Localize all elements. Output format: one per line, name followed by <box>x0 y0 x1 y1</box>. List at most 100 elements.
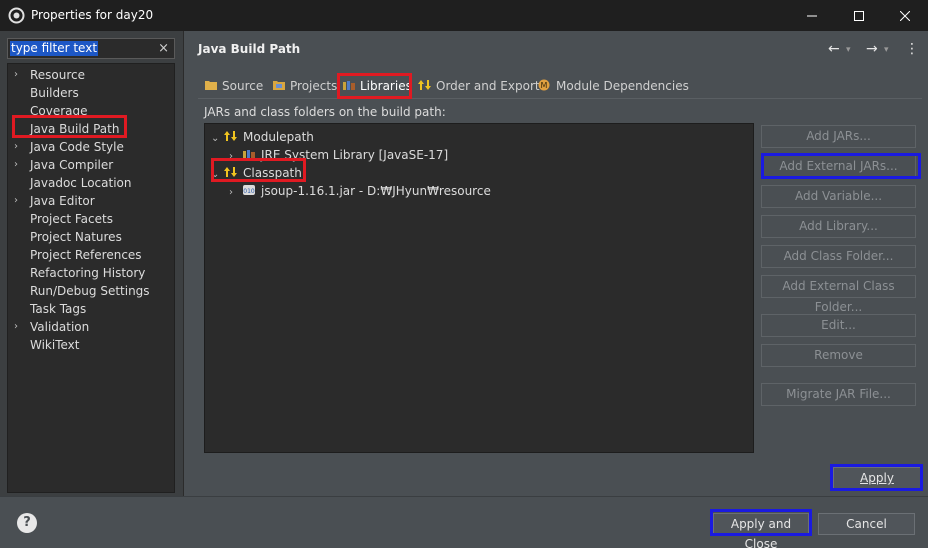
expand-icon[interactable]: › <box>14 192 24 210</box>
sidebar-item-label: Project References <box>30 248 142 262</box>
sidebar-item-coverage[interactable]: Coverage <box>8 102 174 120</box>
modulepath-label: Modulepath <box>243 130 314 144</box>
jar-file-icon: 010 <box>243 185 255 195</box>
close-icon <box>900 10 910 21</box>
sidebar-item-label: Builders <box>30 86 79 100</box>
tree-node-modulepath[interactable]: ⌄ Modulepath <box>211 128 314 146</box>
collapse-icon[interactable]: ⌄ <box>211 166 223 184</box>
forward-icon[interactable]: → <box>866 41 878 57</box>
add-external-jars-button[interactable]: Add External JARs... <box>761 155 916 178</box>
sidebar-item-label: Task Tags <box>30 302 87 316</box>
order-export-icon <box>224 167 237 177</box>
order-export-icon <box>224 131 237 141</box>
maximize-icon <box>854 10 864 21</box>
add-external-class-folder-button[interactable]: Add External Class Folder... <box>761 275 916 314</box>
remove-button[interactable]: Remove <box>761 344 916 367</box>
sidebar-item-java-editor[interactable]: › Java Editor <box>8 192 174 210</box>
projects-icon <box>273 81 285 90</box>
tab-projects[interactable]: Projects <box>272 75 337 97</box>
sidebar-item-task-tags[interactable]: Task Tags <box>8 300 174 318</box>
sidebar-item-label: Project Natures <box>30 230 122 244</box>
sidebar-item-label: Java Build Path <box>30 122 120 136</box>
sidebar-item-label: Refactoring History <box>30 266 146 280</box>
sidebar-item-builders[interactable]: Builders <box>8 84 174 102</box>
add-library-button[interactable]: Add Library... <box>761 215 916 238</box>
sidebar-item-java-build-path[interactable]: Java Build Path <box>8 120 174 138</box>
build-path-label: JARs and class folders on the build path… <box>204 105 446 119</box>
jre-library-label: JRE System Library [JavaSE-17] <box>261 148 449 162</box>
classpath-label: Classpath <box>243 166 302 180</box>
filter-text[interactable]: type filter text <box>10 41 99 56</box>
tab-order-and-export-label: Order and Export <box>436 79 540 93</box>
tree-node-classpath[interactable]: ⌄ Classpath <box>211 164 302 182</box>
tab-libraries[interactable]: Libraries <box>342 75 412 97</box>
sidebar-item-label: WikiText <box>30 338 80 352</box>
expand-icon[interactable]: › <box>229 184 241 202</box>
migrate-jar-button[interactable]: Migrate JAR File... <box>761 383 916 406</box>
sidebar-item-java-code-style[interactable]: › Java Code Style <box>8 138 174 156</box>
view-menu-icon[interactable]: ⋮ <box>905 41 919 57</box>
svg-text:010: 010 <box>243 188 255 195</box>
sidebar-item-label: Run/Debug Settings <box>30 284 150 298</box>
expand-icon[interactable]: › <box>14 156 24 174</box>
page-title: Java Build Path <box>198 42 301 56</box>
sidebar-item-project-references[interactable]: Project References <box>8 246 174 264</box>
sidebar-item-javadoc-location[interactable]: Javadoc Location <box>8 174 174 192</box>
minimize-button[interactable] <box>789 0 835 31</box>
title-bar: Properties for day20 <box>0 0 928 31</box>
minimize-icon <box>807 15 817 16</box>
back-dropdown-icon[interactable]: ▾ <box>846 45 851 55</box>
sidebar-item-project-natures[interactable]: Project Natures <box>8 228 174 246</box>
filter-input[interactable]: type filter text × <box>7 38 175 59</box>
tab-module-dependencies[interactable]: M Module Dependencies <box>538 75 689 97</box>
tab-source[interactable]: Source <box>204 75 263 97</box>
library-icon <box>243 150 255 159</box>
sidebar-item-label: Validation <box>30 320 90 334</box>
collapse-icon[interactable]: ⌄ <box>211 130 223 148</box>
dialog-button-bar: ? Apply and Close Cancel <box>0 496 928 548</box>
sidebar-item-run-debug-settings[interactable]: Run/Debug Settings <box>8 282 174 300</box>
clear-filter-icon[interactable]: × <box>158 41 169 56</box>
sidebar-item-wikitext[interactable]: WikiText <box>8 336 174 354</box>
window-title: Properties for day20 <box>31 8 154 22</box>
jsoup-jar-label: jsoup-1.16.1.jar - D:₩JHyun₩resource <box>261 184 491 198</box>
sidebar-item-refactoring-history[interactable]: Refactoring History <box>8 264 174 282</box>
sidebar-item-label: Java Code Style <box>30 140 124 154</box>
main-panel: Java Build Path ← ▾ → ▾ ⋮ Source Project… <box>186 31 928 496</box>
apply-and-close-button[interactable]: Apply and Close <box>713 513 809 548</box>
help-icon[interactable]: ? <box>17 513 37 533</box>
add-class-folder-button[interactable]: Add Class Folder... <box>761 245 916 268</box>
tab-order-and-export[interactable]: Order and Export <box>418 75 540 97</box>
add-variable-button[interactable]: Add Variable... <box>761 185 916 208</box>
sidebar-item-java-compiler[interactable]: › Java Compiler <box>8 156 174 174</box>
sidebar: type filter text × › Resource Builders Cove… <box>0 31 184 496</box>
sidebar-item-project-facets[interactable]: Project Facets <box>8 210 174 228</box>
expand-icon[interactable]: › <box>14 318 24 336</box>
expand-icon[interactable]: › <box>14 138 24 156</box>
build-path-tree: ⌄ Modulepath › JRE System Library [JavaSE-… <box>204 123 754 453</box>
add-jars-button[interactable]: Add JARs... <box>761 125 916 148</box>
maximize-button[interactable] <box>836 0 882 31</box>
apply-button[interactable]: Apply <box>833 467 921 489</box>
sidebar-item-resource[interactable]: › Resource <box>8 66 174 84</box>
cancel-button[interactable]: Cancel <box>818 513 915 535</box>
tree-node-jsoup-jar[interactable]: › 010 jsoup-1.16.1.jar - D:₩JHyun₩resource <box>229 182 491 200</box>
forward-dropdown-icon[interactable]: ▾ <box>884 45 889 55</box>
edit-button[interactable]: Edit... <box>761 314 916 337</box>
tree-node-jre[interactable]: › JRE System Library [JavaSE-17] <box>229 146 448 164</box>
sidebar-item-label: Javadoc Location <box>30 176 132 190</box>
tab-source-label: Source <box>222 79 264 93</box>
close-button[interactable] <box>882 0 928 31</box>
sidebar-item-label: Project Facets <box>30 212 113 226</box>
tab-projects-label: Projects <box>290 79 338 93</box>
source-folder-icon <box>205 81 217 90</box>
sidebar-item-label: Resource <box>30 68 86 82</box>
back-icon[interactable]: ← <box>828 41 840 57</box>
expand-icon[interactable]: › <box>14 66 24 84</box>
sidebar-item-label: Java Compiler <box>30 158 114 172</box>
svg-text:M: M <box>541 81 548 90</box>
libraries-icon <box>343 81 355 90</box>
sidebar-item-label: Coverage <box>30 104 88 118</box>
tab-bar: Source Projects Libraries Order and Expo… <box>198 73 922 99</box>
sidebar-item-validation[interactable]: › Validation <box>8 318 174 336</box>
